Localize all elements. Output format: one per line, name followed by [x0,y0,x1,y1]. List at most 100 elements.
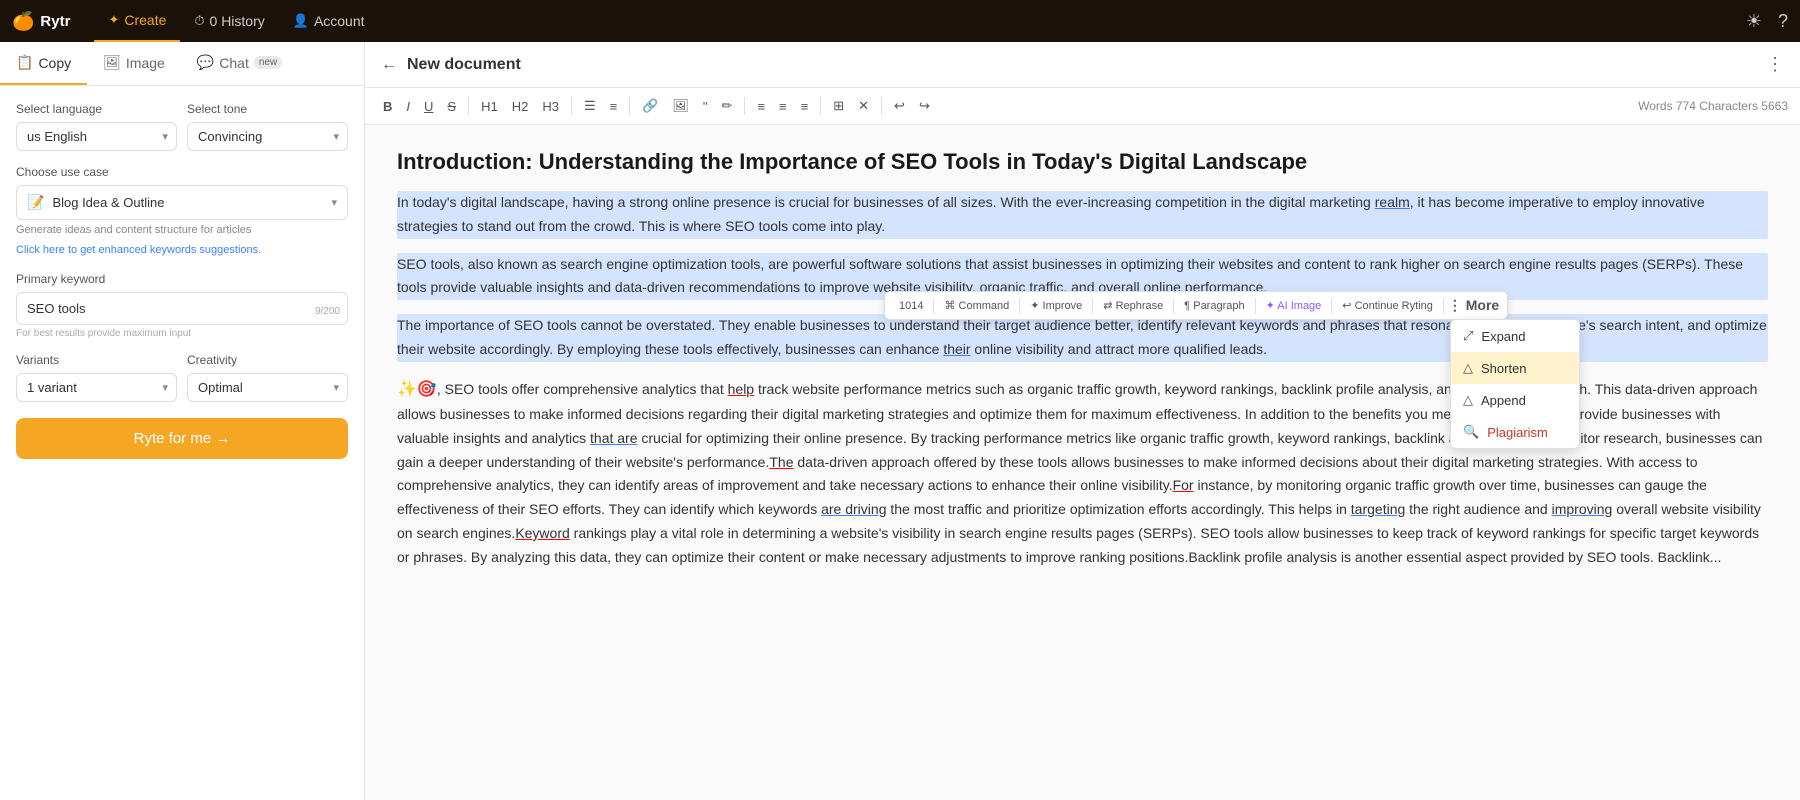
use-case-icon: 📝 [27,194,44,211]
dropdown-expand[interactable]: ⤢ Expand [1451,320,1579,352]
sidebar-tabs: 📋 Copy 🖼 Image 💬 Chat new [0,42,364,86]
lang-tone-row: Select language us English ▾ Select tone… [16,102,348,151]
targeting-link[interactable]: targeting [1351,501,1405,517]
use-case-link[interactable]: Click here to get enhanced keywords sugg… [16,244,261,256]
nav-history-label: 0 History [210,13,265,29]
language-select[interactable]: us English ▾ [16,122,177,151]
ft-continue[interactable]: ↩ Continue Ryting [1336,296,1439,315]
editor-header-right: ⋮ [1766,54,1784,75]
toolbar-sep-3 [629,97,630,115]
highlight-button[interactable]: ✏ [716,94,739,118]
underline-button[interactable]: U [418,95,439,118]
h3-button[interactable]: H3 [536,95,565,118]
use-case-section: Choose use case 📝 Blog Idea & Outline ▾ … [16,165,348,258]
sidebar-content: Select language us English ▾ Select tone… [0,86,364,800]
use-case-select[interactable]: 📝 Blog Idea & Outline ▾ [16,185,348,220]
editor-header: ← New document ⋮ [365,42,1800,88]
nav-account[interactable]: 👤 Account [279,0,379,42]
variants-dropdown[interactable]: 1 variant [27,380,166,395]
align-right-button[interactable]: ≡ [795,95,815,118]
keyword-label: Primary keyword [16,272,348,286]
editor-area: ← New document ⋮ B I U S H1 H2 H3 ☰ ≡ 🔗 … [365,42,1800,800]
creativity-dropdown[interactable]: Optimal [198,380,337,395]
toolbar-sep-6 [881,97,882,115]
floating-toolbar: 1014 ⌘ Command ✦ Improve ⇄ Rephrase ¶ Pa… [884,291,1508,320]
bullet-list-button[interactable]: ☰ [578,94,602,118]
strikethrough-button[interactable]: S [441,95,462,118]
numbered-list-button[interactable]: ≡ [604,95,624,118]
tab-image[interactable]: 🖼 Image [87,42,181,85]
language-dropdown[interactable]: us English [27,129,166,144]
top-nav-right: ☀ ? [1746,11,1788,32]
ft-count: 1014 [893,297,929,315]
ryte-for-me-button[interactable]: Ryte for me → [16,418,348,459]
dropdown-append[interactable]: △ Append [1451,384,1579,416]
append-label: Append [1481,393,1526,408]
creativity-select[interactable]: Optimal ▾ [187,373,348,402]
account-icon: 👤 [293,13,309,29]
editor-more-button[interactable]: ⋮ [1766,54,1784,74]
doc-title: New document [407,56,521,74]
dropdown-shorten[interactable]: △ Shorten [1451,352,1579,384]
link-button[interactable]: 🔗 [636,94,664,118]
h1-button[interactable]: H1 [475,95,504,118]
ft-more-button[interactable]: ⋮ More [1448,297,1499,314]
dropdown-plagiarism[interactable]: 🔍 Plagiarism [1451,416,1579,448]
bold-button[interactable]: B [377,95,398,118]
top-nav: 🍊 Rytr ✦ Create ⏱ 0 History 👤 Account ☀ … [0,0,1800,42]
table-button[interactable]: ⊞ [827,94,850,118]
nav-history[interactable]: ⏱ 0 History [180,0,278,42]
create-icon: ✦ [108,12,119,28]
realm-link[interactable]: realm [1375,194,1410,210]
tone-select[interactable]: Convincing ▾ [187,122,348,151]
that-are-link[interactable]: that are [590,430,637,446]
italic-button[interactable]: I [400,95,416,118]
ft-command[interactable]: ⌘ Command [938,296,1015,315]
nav-create[interactable]: ✦ Create [94,0,180,42]
back-button[interactable]: ← [381,56,397,74]
ft-ai-image[interactable]: ✦ AI Image [1260,296,1328,315]
ft-rephrase[interactable]: ⇄ Rephrase [1097,296,1169,315]
brand: 🍊 Rytr [12,11,70,32]
align-center-button[interactable]: ≡ [773,95,793,118]
clear-button[interactable]: ✕ [852,94,875,118]
align-left-button[interactable]: ≡ [751,95,771,118]
help-icon[interactable]: ? [1778,11,1788,32]
keyword-counter: 9/200 [315,306,340,317]
improving-link[interactable]: improving [1552,501,1613,517]
toolbar-sep-5 [820,97,821,115]
quote-button[interactable]: " [697,95,714,118]
their-link[interactable]: their [943,341,970,357]
use-case-chevron-icon: ▾ [331,196,337,209]
use-case-desc: Generate ideas and content structure for… [16,224,348,236]
keyword-word: Keyword [515,525,569,541]
image-tab-icon: 🖼 [103,54,121,71]
redo-button[interactable]: ↪ [913,94,936,118]
ft-paragraph[interactable]: ¶ Paragraph [1178,297,1250,315]
copy-tab-label: Copy [38,55,71,71]
variants-label: Variants [16,353,177,367]
doc-heading: Introduction: Understanding the Importan… [397,149,1768,175]
tab-chat[interactable]: 💬 Chat new [181,42,298,85]
keyword-section: Primary keyword 9/200 For best results p… [16,272,348,339]
tone-label: Select tone [187,102,348,116]
h2-button[interactable]: H2 [506,95,535,118]
editor-body[interactable]: Introduction: Understanding the Importan… [365,125,1800,800]
theme-toggle-icon[interactable]: ☀ [1746,11,1762,32]
nav-account-label: Account [314,13,365,29]
tab-copy[interactable]: 📋 Copy [0,42,87,85]
ft-sep-2 [1092,298,1093,314]
variants-select[interactable]: 1 variant ▾ [16,373,177,402]
image-button[interactable]: 🖼 [666,94,695,118]
ft-sep-6 [1443,298,1444,314]
shorten-label: Shorten [1481,361,1527,376]
ft-improve[interactable]: ✦ Improve [1024,296,1088,315]
variants-creativity-row: Variants 1 variant ▾ Creativity Optimal [16,353,348,402]
history-icon: ⏱ [194,13,204,29]
are-driving-link[interactable]: are driving [821,501,886,517]
the-word: The [769,454,793,470]
tone-dropdown[interactable]: Convincing [198,129,337,144]
keyword-input[interactable] [16,292,348,325]
use-case-text: Blog Idea & Outline [52,195,323,210]
undo-button[interactable]: ↩ [888,94,911,118]
